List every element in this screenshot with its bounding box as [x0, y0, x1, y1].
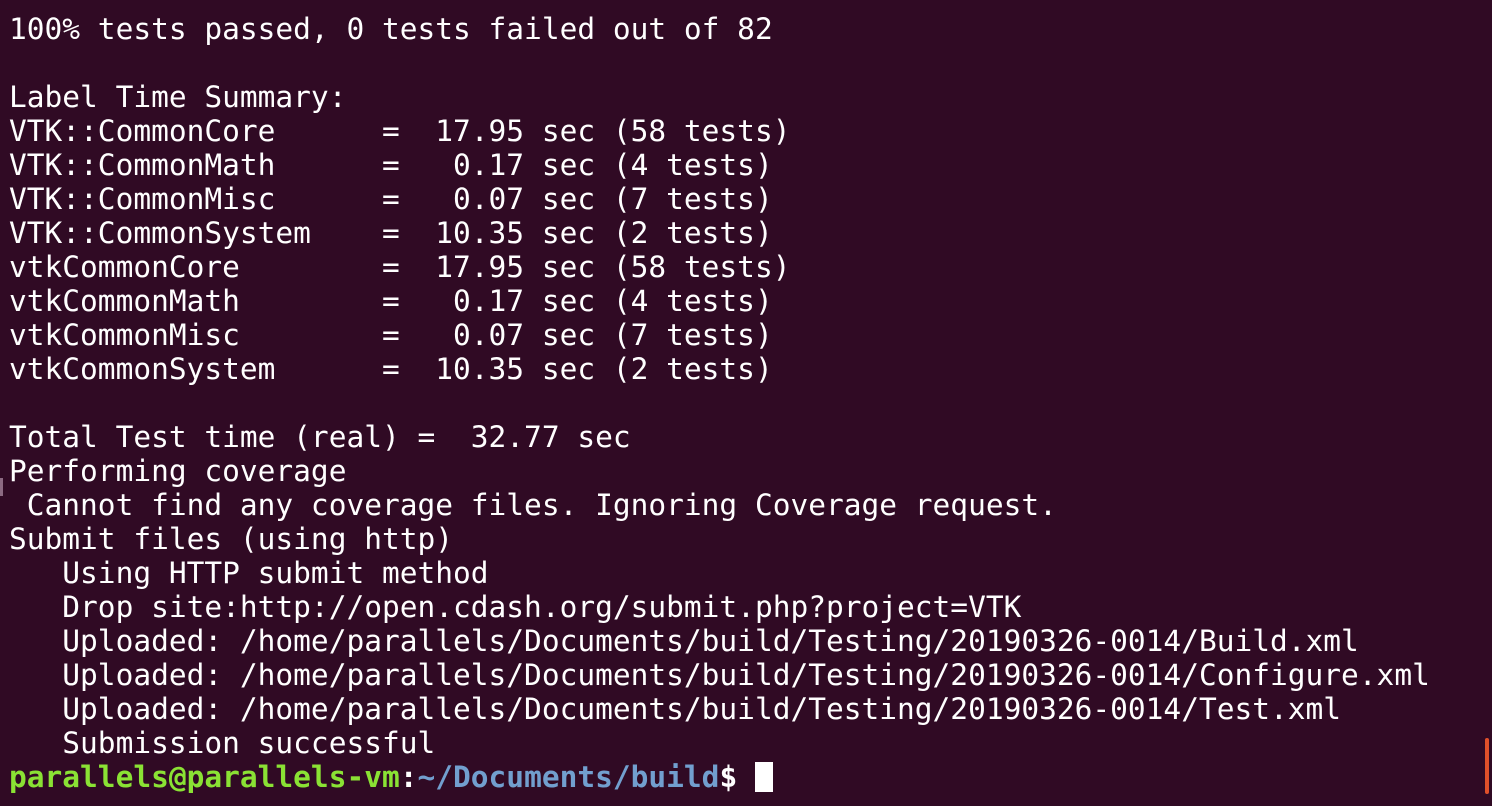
- output-line: 100% tests passed, 0 tests failed out of…: [9, 12, 773, 46]
- shell-prompt[interactable]: parallels@parallels-vm:~/Documents/build…: [9, 760, 1492, 794]
- output-line: Label Time Summary:: [9, 80, 347, 114]
- output-line: VTK::CommonCore = 17.95 sec (58 tests): [9, 114, 791, 148]
- output-line: VTK::CommonMath = 0.17 sec (4 tests): [9, 148, 773, 182]
- output-line: Uploaded: /home/parallels/Documents/buil…: [9, 624, 1359, 658]
- output-line: Drop site:http://open.cdash.org/submit.p…: [9, 590, 1022, 624]
- scrollbar-thumb[interactable]: [1485, 738, 1489, 794]
- output-line: vtkCommonSystem = 10.35 sec (2 tests): [9, 352, 773, 386]
- output-line: Performing coverage: [9, 454, 347, 488]
- output-line: vtkCommonMisc = 0.07 sec (7 tests): [9, 318, 773, 352]
- prompt-separator: :: [399, 760, 418, 794]
- window-edge-marker: [0, 478, 3, 496]
- output-line: VTK::CommonSystem = 10.35 sec (2 tests): [9, 216, 773, 250]
- text-cursor[interactable]: [755, 762, 774, 792]
- prompt-user-host: parallels@parallels-vm: [9, 760, 400, 794]
- output-line: VTK::CommonMisc = 0.07 sec (7 tests): [9, 182, 773, 216]
- output-line: vtkCommonCore = 17.95 sec (58 tests): [9, 250, 791, 284]
- output-line: Uploaded: /home/parallels/Documents/buil…: [9, 658, 1430, 692]
- output-line: Submission successful: [9, 726, 436, 760]
- prompt-symbol: $: [719, 760, 738, 794]
- output-line: Submit files (using http): [9, 522, 454, 556]
- prompt-path: ~/Documents/build: [417, 760, 720, 794]
- terminal-window[interactable]: 100% tests passed, 0 tests failed out of…: [0, 0, 1492, 806]
- output-line: Cannot find any coverage files. Ignoring…: [9, 488, 1057, 522]
- output-line: Total Test time (real) = 32.77 sec: [9, 420, 631, 454]
- output-line: vtkCommonMath = 0.17 sec (4 tests): [9, 284, 773, 318]
- output-line: Using HTTP submit method: [9, 556, 489, 590]
- output-line: Uploaded: /home/parallels/Documents/buil…: [9, 692, 1342, 726]
